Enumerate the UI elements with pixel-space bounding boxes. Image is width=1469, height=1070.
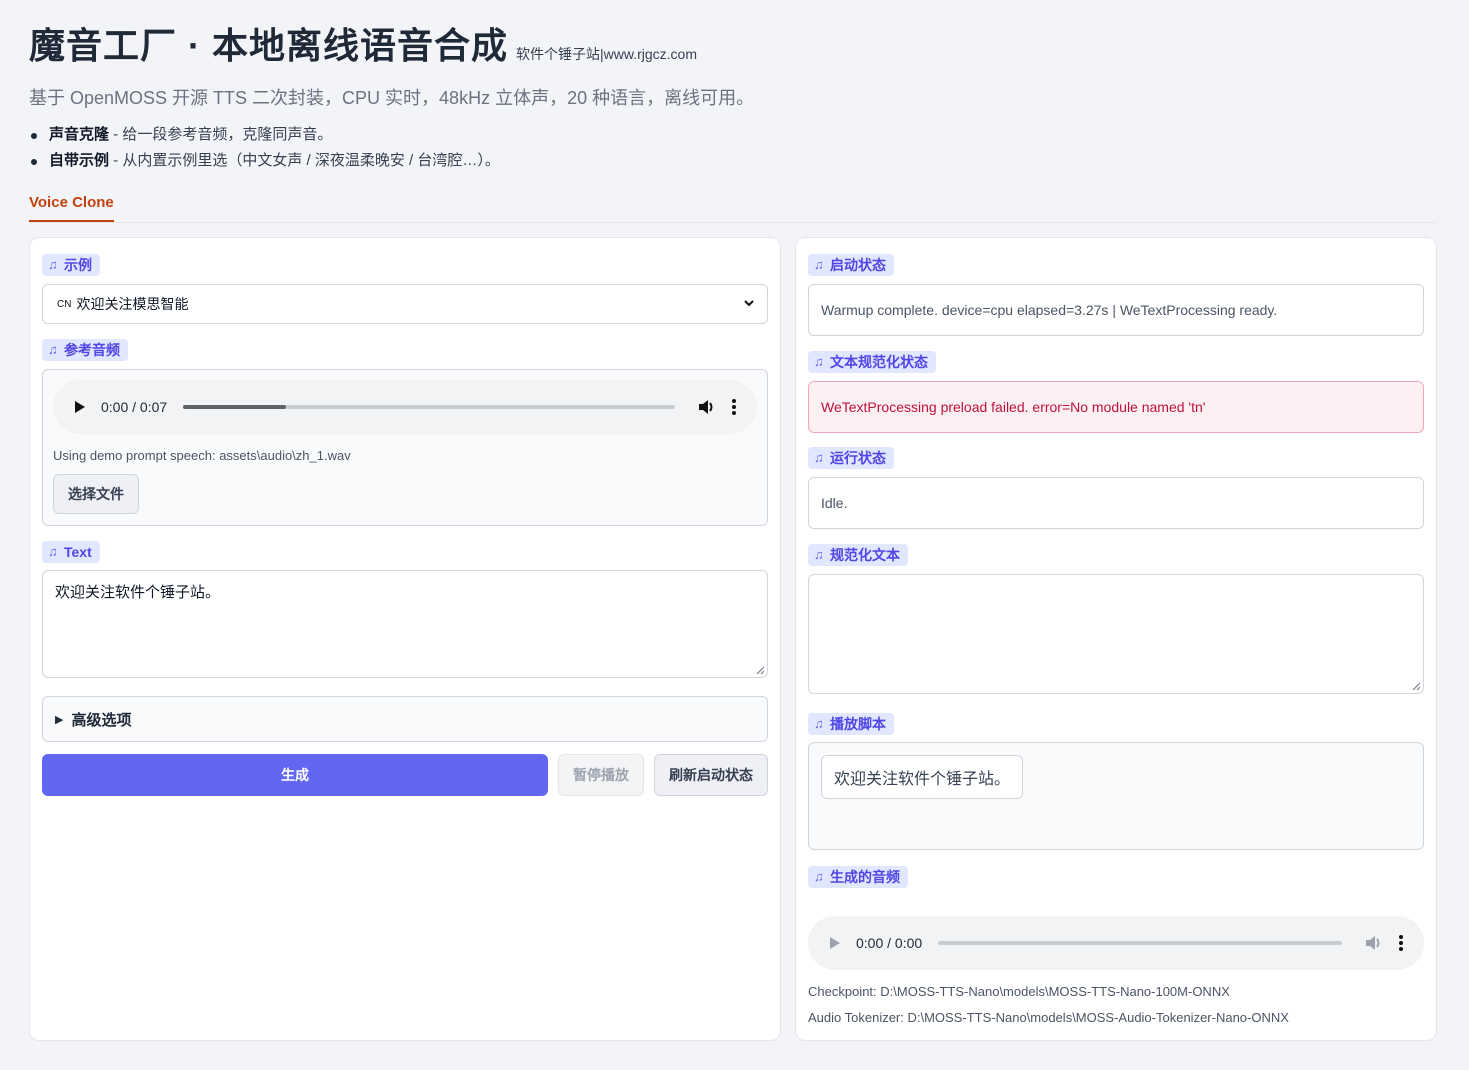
reference-audio-label: ♫ 参考音频 [42, 339, 128, 361]
site-tag: 软件个锤子站|www.rjgcz.com [516, 46, 697, 62]
feature-desc: - 给一段参考音频，克隆同声音。 [109, 126, 333, 143]
output-audio-player: 0:00 / 0:00 [808, 916, 1424, 970]
example-label: ♫ 示例 [42, 254, 100, 276]
volume-icon[interactable] [1364, 934, 1382, 952]
music-note-icon: ♫ [814, 716, 824, 731]
feature-desc: - 从内置示例里选（中文女声 / 深夜温柔晚安 / 台湾腔…）。 [109, 152, 500, 169]
play-icon[interactable] [828, 935, 842, 951]
tab-bar: Voice Clone [29, 190, 1437, 223]
example-label-text: 示例 [64, 257, 92, 273]
example-select[interactable]: CN 欢迎关注模思智能 [42, 284, 768, 324]
audio-progress [183, 405, 287, 409]
text-label-text: Text [64, 544, 92, 560]
music-note-icon: ♫ [48, 342, 58, 357]
music-note-icon: ♫ [814, 450, 824, 465]
advanced-options-accordion[interactable]: ▶ 高级选项 [42, 696, 768, 742]
feature-name: 声音克隆 [49, 126, 110, 143]
normalized-text-label: ♫ 规范化文本 [808, 544, 908, 566]
flag-label: CN [57, 298, 72, 310]
tokenizer-path: Audio Tokenizer: D:\MOSS-TTS-Nano\models… [808, 1010, 1289, 1025]
volume-icon[interactable] [697, 398, 715, 416]
normalize-status-label: ♫ 文本规范化状态 [808, 351, 936, 373]
audio-time: 0:00 / 0:07 [101, 399, 168, 415]
run-status-label: ♫ 运行状态 [808, 447, 894, 469]
resize-handle-icon[interactable] [755, 665, 765, 675]
run-status-label-text: 运行状态 [830, 450, 886, 466]
prompt-speech-note: Using demo prompt speech: assets\audio\z… [53, 448, 351, 463]
run-status-value: Idle. [821, 495, 848, 511]
startup-status-value: Warmup complete. device=cpu elapsed=3.27… [821, 302, 1278, 318]
advanced-options-label: 高级选项 [71, 711, 132, 729]
music-note-icon: ♫ [48, 257, 58, 272]
text-label: ♫ Text [42, 541, 100, 563]
reference-audio-box: 0:00 / 0:07 Using demo prompt speech: as… [42, 369, 768, 526]
startup-status-label: ♫ 启动状态 [808, 254, 894, 276]
chevron-down-icon [744, 300, 754, 307]
play-icon[interactable] [73, 399, 87, 415]
normalize-status-box: WeTextProcessing preload failed. error=N… [808, 381, 1424, 433]
header: 魔音工厂 · 本地离线语音合成 软件个锤子站|www.rjgcz.com 基于 … [29, 22, 1439, 174]
feature-item: 声音克隆 - 给一段参考音频，克隆同声音。 [29, 122, 1439, 148]
pause-playback-button[interactable]: 暂停播放 [558, 754, 644, 796]
playback-script-label-text: 播放脚本 [830, 716, 886, 732]
feature-item: 自带示例 - 从内置示例里选（中文女声 / 深夜温柔晚安 / 台湾腔…）。 [29, 148, 1439, 174]
music-note-icon: ♫ [814, 869, 824, 884]
refresh-status-button[interactable]: 刷新启动状态 [654, 754, 768, 796]
reference-audio-player: 0:00 / 0:07 [53, 380, 757, 434]
right-panel: ♫ 启动状态 Warmup complete. device=cpu elapse… [795, 237, 1437, 1041]
resize-handle-icon[interactable] [1411, 681, 1421, 691]
reference-audio-label-text: 参考音频 [64, 342, 120, 358]
title-row: 魔音工厂 · 本地离线语音合成 软件个锤子站|www.rjgcz.com [29, 22, 1439, 70]
normalize-status-value: WeTextProcessing preload failed. error=N… [821, 399, 1206, 415]
music-note-icon: ♫ [48, 544, 58, 559]
generate-button[interactable]: 生成 [42, 754, 548, 796]
music-note-icon: ♫ [814, 354, 824, 369]
tab-voice-clone[interactable]: Voice Clone [29, 194, 114, 222]
text-input-value: 欢迎关注软件个锤子站。 [55, 584, 221, 601]
checkpoint-path: Checkpoint: D:\MOSS-TTS-Nano\models\MOSS… [808, 984, 1230, 999]
normalized-text-label-text: 规范化文本 [830, 547, 900, 563]
playback-script-label: ♫ 播放脚本 [808, 713, 894, 735]
more-options-icon[interactable] [1398, 934, 1404, 952]
feature-name: 自带示例 [49, 152, 110, 169]
run-status-box: Idle. [808, 477, 1424, 529]
normalized-text-area[interactable] [808, 574, 1424, 694]
text-input[interactable]: 欢迎关注软件个锤子站。 [42, 570, 768, 678]
choose-file-button[interactable]: 选择文件 [53, 474, 139, 514]
music-note-icon: ♫ [814, 257, 824, 272]
left-panel: ♫ 示例 CN 欢迎关注模思智能 ♫ 参考音频 0:00 / 0:07 Using … [29, 237, 781, 1041]
page-title: 魔音工厂 · 本地离线语音合成 [29, 25, 508, 66]
normalize-status-label-text: 文本规范化状态 [830, 354, 928, 370]
playback-script-box: 欢迎关注软件个锤子站。 [808, 742, 1424, 850]
output-audio-time: 0:00 / 0:00 [856, 935, 923, 951]
output-audio-label-text: 生成的音频 [830, 869, 900, 885]
music-note-icon: ♫ [814, 547, 824, 562]
expand-triangle-icon: ▶ [55, 713, 64, 726]
startup-status-box: Warmup complete. device=cpu elapsed=3.27… [808, 284, 1424, 336]
feature-list: 声音克隆 - 给一段参考音频，克隆同声音。 自带示例 - 从内置示例里选（中文女… [29, 122, 1439, 174]
output-audio-label: ♫ 生成的音频 [808, 866, 908, 888]
startup-status-label-text: 启动状态 [830, 257, 886, 273]
example-selected-value: 欢迎关注模思智能 [76, 296, 189, 312]
script-segment-chip[interactable]: 欢迎关注软件个锤子站。 [821, 755, 1024, 799]
page-subtitle: 基于 OpenMOSS 开源 TTS 二次封装，CPU 实时，48kHz 立体声… [29, 88, 755, 108]
more-options-icon[interactable] [731, 398, 737, 416]
output-audio-seek-bar[interactable] [938, 941, 1342, 945]
audio-seek-bar[interactable] [183, 405, 675, 409]
